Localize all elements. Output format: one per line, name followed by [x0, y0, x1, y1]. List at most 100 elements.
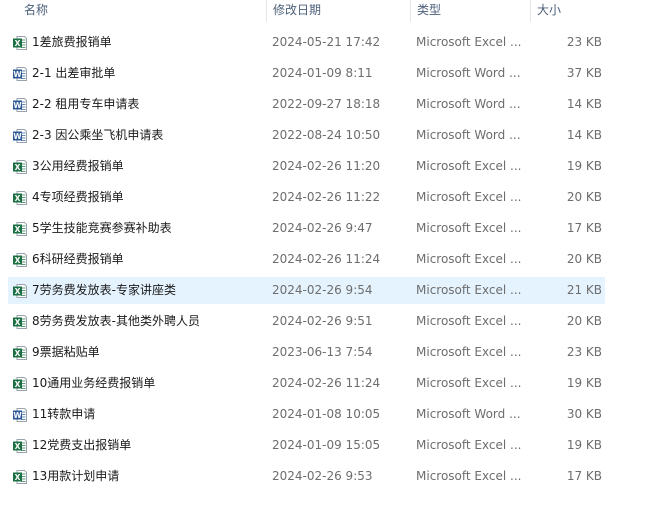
- file-name: 7劳务费发放表-专家讲座类: [32, 283, 176, 297]
- file-name-cell[interactable]: X 13用款计划申请: [12, 461, 264, 492]
- file-type: Microsoft Excel ...: [416, 376, 522, 390]
- file-size: 19 KB: [566, 376, 602, 390]
- svg-text:W: W: [13, 132, 22, 141]
- file-row[interactable]: X 1差旅费报销单 2024-05-21 17:42 Microsoft Excel …: [0, 27, 649, 58]
- file-size: 20 KB: [566, 190, 602, 204]
- excel-file-icon: X: [13, 36, 27, 50]
- file-row[interactable]: X 3公用经费报销单 2024-02-26 11:20 Microsoft Excel…: [0, 151, 649, 182]
- file-name-cell[interactable]: W 2-3 因公乘坐飞机申请表: [12, 120, 264, 151]
- excel-file-icon: X: [13, 284, 27, 298]
- excel-file-icon: X: [13, 160, 27, 174]
- excel-file-icon: X: [13, 346, 27, 360]
- file-type: Microsoft Excel ...: [416, 314, 522, 328]
- file-name-cell[interactable]: W 2-1 出差审批单: [12, 58, 264, 89]
- file-date-modified: 2022-09-27 18:18: [272, 97, 381, 111]
- file-name: 9票据粘贴单: [32, 345, 100, 359]
- svg-text:X: X: [15, 194, 21, 203]
- excel-file-icon: X: [13, 470, 27, 484]
- excel-file-icon: X: [13, 439, 27, 453]
- file-date-modified: 2024-02-26 9:54: [272, 283, 373, 297]
- file-name: 2-2 租用专车申请表: [32, 97, 140, 111]
- svg-text:W: W: [13, 70, 22, 79]
- svg-text:X: X: [15, 380, 21, 389]
- svg-text:X: X: [15, 256, 21, 265]
- file-date-modified: 2024-02-26 9:53: [272, 469, 373, 483]
- file-size: 30 KB: [566, 407, 602, 421]
- file-type: Microsoft Excel ...: [416, 438, 522, 452]
- file-row[interactable]: X 6科研经费报销单 2024-02-26 11:24 Microsoft Excel…: [0, 244, 649, 275]
- file-name-cell[interactable]: X 3公用经费报销单: [12, 151, 264, 182]
- file-date-modified: 2023-06-13 7:54: [272, 345, 373, 359]
- file-name-cell[interactable]: X 6科研经费报销单: [12, 244, 264, 275]
- file-size: 37 KB: [566, 66, 602, 80]
- column-header-name[interactable]: 名称: [18, 0, 266, 22]
- word-file-icon: W: [13, 129, 27, 143]
- file-size: 17 KB: [566, 469, 602, 483]
- svg-text:X: X: [15, 39, 21, 48]
- file-size: 23 KB: [566, 345, 602, 359]
- file-rows: X 1差旅费报销单 2024-05-21 17:42 Microsoft Excel …: [0, 27, 649, 492]
- file-name-cell[interactable]: X 5学生技能竞赛参赛补助表: [12, 213, 264, 244]
- svg-text:X: X: [15, 225, 21, 234]
- file-row[interactable]: W 2-2 租用专车申请表 2022-09-27 18:18 Microsoft Wo…: [0, 89, 649, 120]
- column-header-date-modified[interactable]: 修改日期: [266, 0, 410, 22]
- file-type: Microsoft Excel ...: [416, 221, 522, 235]
- file-name-cell[interactable]: X 10通用业务经费报销单: [12, 368, 264, 399]
- file-name: 4专项经费报销单: [32, 190, 124, 204]
- file-name: 13用款计划申请: [32, 469, 120, 483]
- file-name-cell[interactable]: X 7劳务费发放表-专家讲座类: [12, 275, 264, 306]
- file-type: Microsoft Excel ...: [416, 283, 522, 297]
- svg-text:W: W: [13, 101, 22, 110]
- file-row[interactable]: X 10通用业务经费报销单 2024-02-26 11:24 Microsoft Ex…: [0, 368, 649, 399]
- file-row[interactable]: X 12党费支出报销单 2024-01-09 15:05 Microsoft Exce…: [0, 430, 649, 461]
- file-name-cell[interactable]: X 9票据粘贴单: [12, 337, 264, 368]
- svg-text:X: X: [15, 163, 21, 172]
- file-row[interactable]: W 2-3 因公乘坐飞机申请表 2022-08-24 10:50 Microsoft …: [0, 120, 649, 151]
- file-row[interactable]: X 9票据粘贴单 2023-06-13 7:54 Microsoft Excel ..…: [0, 337, 649, 368]
- word-file-icon: W: [13, 408, 27, 422]
- file-row[interactable]: W 2-1 出差审批单 2024-01-09 8:11 Microsoft Word …: [0, 58, 649, 89]
- file-date-modified: 2022-08-24 10:50: [272, 128, 381, 142]
- svg-text:W: W: [13, 411, 22, 420]
- file-name: 11转款申请: [32, 407, 96, 421]
- file-name-cell[interactable]: W 2-2 租用专车申请表: [12, 89, 264, 120]
- file-explorer-list: 名称 修改日期 类型 大小 X 1差旅费报销单 2024-05-21 17:42 Mi…: [0, 0, 649, 507]
- file-row[interactable]: W 11转款申请 2024-01-08 10:05 Microsoft Word ..…: [0, 399, 649, 430]
- file-name-cell[interactable]: X 4专项经费报销单: [12, 182, 264, 213]
- svg-text:X: X: [15, 287, 21, 296]
- word-file-icon: W: [13, 98, 27, 112]
- file-size: 20 KB: [566, 252, 602, 266]
- file-row[interactable]: X 4专项经费报销单 2024-02-26 11:22 Microsoft Excel…: [0, 182, 649, 213]
- file-type: Microsoft Word ...: [416, 407, 521, 421]
- file-type: Microsoft Word ...: [416, 128, 521, 142]
- file-name: 8劳务费发放表-其他类外聘人员: [32, 314, 200, 328]
- file-name: 2-3 因公乘坐飞机申请表: [32, 128, 164, 142]
- file-type: Microsoft Excel ...: [416, 469, 522, 483]
- file-name-cell[interactable]: X 1差旅费报销单: [12, 27, 264, 58]
- file-date-modified: 2024-02-26 11:24: [272, 376, 381, 390]
- file-type: Microsoft Word ...: [416, 66, 521, 80]
- file-date-modified: 2024-05-21 17:42: [272, 35, 381, 49]
- svg-text:X: X: [15, 442, 21, 451]
- file-row[interactable]: X 7劳务费发放表-专家讲座类 2024-02-26 9:54 Microsoft E…: [0, 275, 649, 306]
- column-header-type[interactable]: 类型: [410, 0, 530, 22]
- file-name-cell[interactable]: X 12党费支出报销单: [12, 430, 264, 461]
- file-size: 21 KB: [566, 283, 602, 297]
- file-date-modified: 2024-02-26 11:24: [272, 252, 381, 266]
- column-header-size[interactable]: 大小: [530, 0, 610, 22]
- file-date-modified: 2024-02-26 11:20: [272, 159, 381, 173]
- svg-text:X: X: [15, 318, 21, 327]
- file-date-modified: 2024-01-09 15:05: [272, 438, 381, 452]
- file-row[interactable]: X 13用款计划申请 2024-02-26 9:53 Microsoft Excel …: [0, 461, 649, 492]
- excel-file-icon: X: [13, 253, 27, 267]
- file-name-cell[interactable]: W 11转款申请: [12, 399, 264, 430]
- file-name: 1差旅费报销单: [32, 35, 112, 49]
- file-date-modified: 2024-02-26 9:47: [272, 221, 373, 235]
- excel-file-icon: X: [13, 222, 27, 236]
- word-file-icon: W: [13, 67, 27, 81]
- file-type: Microsoft Excel ...: [416, 35, 522, 49]
- file-name-cell[interactable]: X 8劳务费发放表-其他类外聘人员: [12, 306, 264, 337]
- file-row[interactable]: X 5学生技能竞赛参赛补助表 2024-02-26 9:47 Microsoft Ex…: [0, 213, 649, 244]
- file-date-modified: 2024-02-26 9:51: [272, 314, 373, 328]
- file-row[interactable]: X 8劳务费发放表-其他类外聘人员 2024-02-26 9:51 Microsoft…: [0, 306, 649, 337]
